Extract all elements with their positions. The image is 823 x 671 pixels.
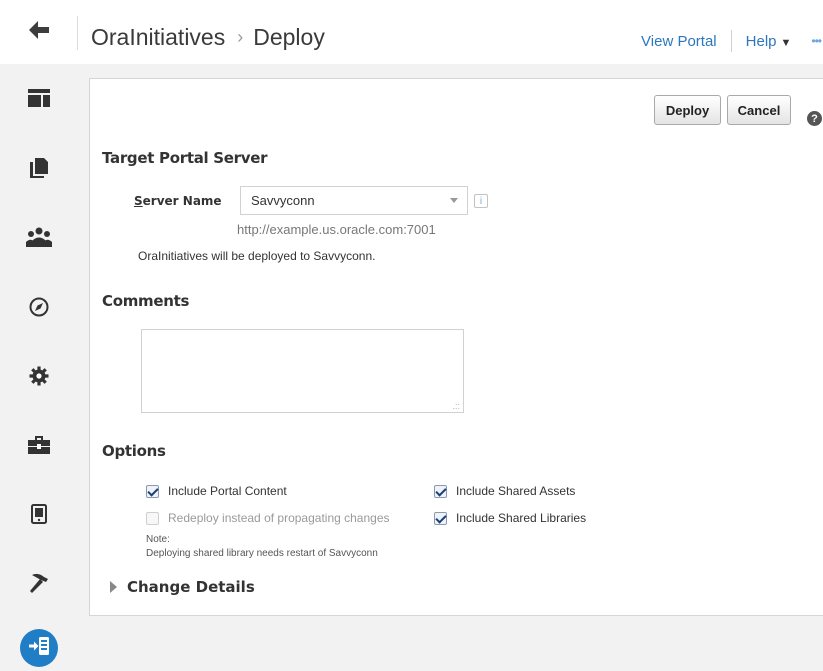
chevron-down-icon: ▼ — [780, 36, 792, 49]
access-key: S — [134, 194, 143, 208]
left-nav — [0, 64, 78, 671]
deploy-label: Deploy — [665, 102, 710, 118]
help-icon[interactable]: ? — [807, 111, 822, 126]
server-url: http://example.us.oracle.com:7001 — [237, 222, 436, 237]
cancel-button[interactable]: Cancel — [727, 95, 791, 125]
deploy-panel: Deploy Cancel ? Target Portal Server Ser… — [89, 78, 823, 616]
compass-icon — [29, 297, 49, 322]
comments-textarea[interactable]: .:: — [141, 329, 464, 413]
nav-item-explore[interactable] — [21, 291, 57, 327]
help-menu[interactable]: Help ▼ — [746, 33, 792, 50]
breadcrumb: OraInitiatives › Deploy — [91, 24, 325, 51]
include-portal-content-label[interactable]: Include Portal Content — [168, 484, 287, 498]
back-button[interactable] — [0, 0, 77, 64]
nav-item-tools[interactable] — [21, 429, 57, 465]
server-name-value: Savvyconn — [251, 193, 315, 208]
toolbox-icon — [28, 435, 50, 459]
settings-icon — [29, 366, 49, 391]
disclosure-triangle-icon — [110, 581, 117, 593]
options-heading: Options — [102, 442, 166, 460]
deploy-button[interactable]: Deploy — [654, 95, 721, 125]
more-icon[interactable]: ••• — [811, 34, 822, 48]
nav-item-pages[interactable] — [21, 152, 57, 188]
breadcrumb-separator: › — [237, 27, 244, 47]
header-link-divider — [730, 30, 732, 52]
deploy-message: OraInitiatives will be deployed to Savvy… — [138, 249, 376, 263]
pages-icon — [30, 157, 48, 183]
redeploy-checkbox[interactable] — [146, 511, 159, 525]
server-name-select[interactable]: Savvyconn — [240, 186, 468, 215]
people-icon — [26, 227, 52, 252]
breadcrumb-portal[interactable]: OraInitiatives — [91, 24, 225, 51]
view-portal-link[interactable]: View Portal — [641, 33, 717, 50]
page-title: Deploy — [253, 24, 325, 50]
include-portal-content-option: Include Portal Content — [146, 484, 287, 498]
include-shared-assets-option: Include Shared Assets — [434, 484, 575, 498]
include-shared-libraries-option: Include Shared Libraries — [434, 511, 586, 525]
cancel-label: Cancel — [737, 102, 781, 118]
include-shared-libraries-label[interactable]: Include Shared Libraries — [456, 511, 586, 525]
resize-grip-icon[interactable]: .:: — [452, 401, 460, 411]
note-text: Deploying shared library needs restart o… — [146, 548, 378, 559]
change-details-label: Change Details — [127, 578, 255, 596]
header-divider — [77, 16, 78, 50]
target-server-heading: Target Portal Server — [102, 149, 268, 167]
layout-icon — [28, 88, 50, 112]
device-icon — [31, 503, 47, 529]
nav-item-build[interactable] — [21, 567, 57, 603]
nav-item-devices[interactable] — [21, 498, 57, 534]
header-links: View Portal Help ▼ ••• — [641, 30, 823, 52]
comments-heading: Comments — [102, 292, 190, 310]
redeploy-label: Redeploy instead of propagating changes — [168, 511, 390, 525]
nav-item-deploy[interactable] — [20, 629, 58, 667]
info-icon[interactable]: i — [474, 194, 488, 208]
help-menu-label: Help — [745, 32, 777, 50]
include-shared-libraries-checkbox[interactable] — [434, 511, 447, 525]
top-header: OraInitiatives › Deploy View Portal Help… — [0, 0, 823, 64]
note-label: Note: — [146, 534, 170, 545]
deploy-icon — [28, 636, 50, 661]
include-portal-content-checkbox[interactable] — [146, 484, 159, 498]
redeploy-option: Redeploy instead of propagating changes — [146, 511, 390, 525]
chevron-down-icon — [450, 198, 458, 203]
hammer-icon — [28, 573, 50, 598]
include-shared-assets-label[interactable]: Include Shared Assets — [456, 484, 575, 498]
change-details-toggle[interactable]: Change Details — [110, 578, 255, 596]
nav-item-settings[interactable] — [21, 360, 57, 396]
nav-item-people[interactable] — [21, 221, 57, 257]
include-shared-assets-checkbox[interactable] — [434, 484, 447, 498]
deploy-button-label: Deploy — [666, 103, 709, 118]
arrow-left-icon — [28, 20, 50, 45]
server-name-label: Server Name — [134, 194, 222, 208]
server-name-label-text: erver Name — [142, 194, 222, 208]
nav-item-layout[interactable] — [21, 82, 57, 118]
